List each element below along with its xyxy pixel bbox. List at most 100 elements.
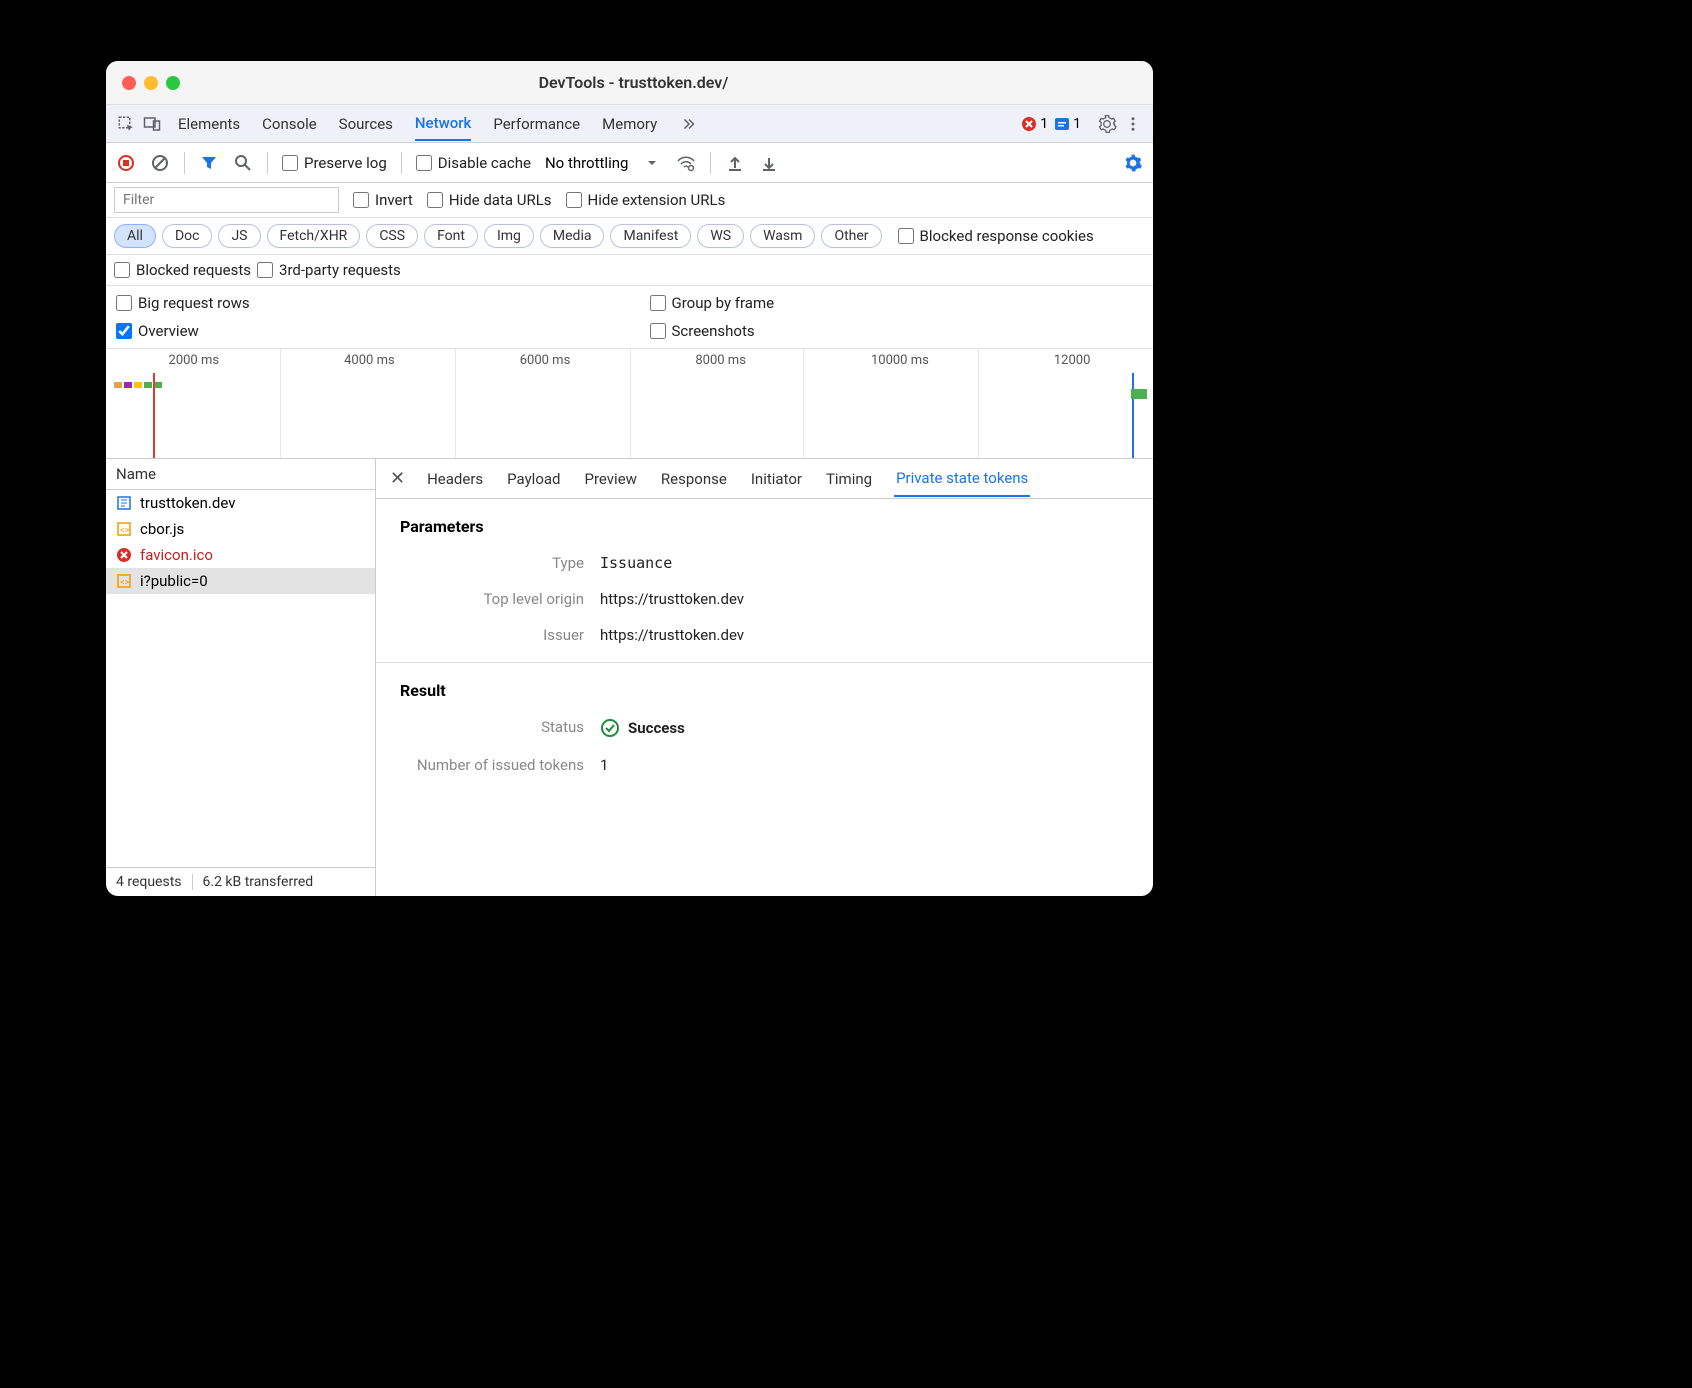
pill-css[interactable]: CSS (366, 224, 418, 248)
timeline-overview[interactable]: 2000 ms 4000 ms 6000 ms 8000 ms 10000 ms… (106, 349, 1153, 459)
hide-data-urls-checkbox[interactable]: Hide data URLs (427, 191, 552, 209)
origin-value: https://trusttoken.dev (600, 590, 744, 608)
throttling-dropdown-icon[interactable] (642, 153, 662, 173)
tokens-label: Number of issued tokens (400, 756, 600, 774)
titlebar: DevTools - trusttoken.dev/ (106, 61, 1153, 105)
download-har-icon[interactable] (759, 153, 779, 173)
third-party-checkbox[interactable]: 3rd-party requests (257, 261, 401, 279)
preserve-log-checkbox[interactable]: Preserve log (282, 154, 387, 172)
filter-input[interactable] (114, 187, 339, 213)
name-column-header[interactable]: Name (106, 459, 375, 490)
dtab-preview[interactable]: Preview (583, 462, 639, 496)
request-count: 4 requests (116, 874, 182, 890)
script-icon: <> (116, 521, 132, 537)
load-marker (153, 373, 155, 458)
detail-tabs: ✕ Headers Payload Preview Response Initi… (376, 459, 1153, 499)
document-icon (116, 495, 132, 511)
request-list-pane: Name trusttoken.dev <> cbor.js favicon.i… (106, 459, 376, 896)
close-window-button[interactable] (122, 76, 136, 90)
dtab-private-state-tokens[interactable]: Private state tokens (894, 461, 1030, 497)
detail-body: Parameters TypeIssuance Top level origin… (376, 499, 1153, 896)
pill-media[interactable]: Media (540, 224, 605, 248)
settings-icon[interactable] (1097, 114, 1117, 134)
tab-memory[interactable]: Memory (602, 108, 657, 140)
issue-count[interactable]: 1 (1054, 116, 1081, 132)
invert-checkbox[interactable]: Invert (353, 191, 413, 209)
record-icon[interactable] (116, 153, 136, 173)
error-icon (116, 547, 132, 563)
upload-har-icon[interactable] (725, 153, 745, 173)
kebab-menu-icon[interactable] (1123, 114, 1143, 134)
request-row-selected[interactable]: <> i?public=0 (106, 568, 375, 594)
close-detail-icon[interactable]: ✕ (390, 468, 405, 489)
devtools-window: DevTools - trusttoken.dev/ Elements Cons… (106, 61, 1153, 896)
success-icon (600, 718, 620, 738)
dtab-initiator[interactable]: Initiator (749, 462, 804, 496)
pill-manifest[interactable]: Manifest (610, 224, 691, 248)
maximize-window-button[interactable] (166, 76, 180, 90)
network-toolbar: Preserve log Disable cache No throttling (106, 143, 1153, 183)
overview-checkbox[interactable]: Overview (116, 322, 610, 340)
pill-other[interactable]: Other (821, 224, 881, 248)
result-heading: Result (400, 681, 1129, 700)
dom-marker (1132, 373, 1134, 458)
dtab-payload[interactable]: Payload (505, 462, 562, 496)
throttling-select[interactable]: No throttling (545, 154, 628, 172)
blocked-requests-checkbox[interactable]: Blocked requests (114, 261, 251, 279)
group-by-frame-checkbox[interactable]: Group by frame (650, 294, 1144, 312)
pill-js[interactable]: JS (218, 224, 260, 248)
minimize-window-button[interactable] (144, 76, 158, 90)
timeline-late-bar (1131, 389, 1147, 399)
pill-all[interactable]: All (114, 224, 156, 248)
network-settings-icon[interactable] (1123, 153, 1143, 173)
type-label: Type (400, 554, 600, 572)
dtab-timing[interactable]: Timing (824, 462, 874, 496)
extra-filters: Blocked requests 3rd-party requests (106, 255, 1153, 286)
tab-performance[interactable]: Performance (493, 108, 580, 140)
tab-sources[interactable]: Sources (339, 108, 393, 140)
clear-icon[interactable] (150, 153, 170, 173)
parameters-heading: Parameters (400, 517, 1129, 536)
main-split: Name trusttoken.dev <> cbor.js favicon.i… (106, 459, 1153, 896)
status-bar: 4 requests 6.2 kB transferred (106, 867, 375, 896)
network-conditions-icon[interactable] (676, 153, 696, 173)
search-icon[interactable] (233, 153, 253, 173)
script-icon: <> (116, 573, 132, 589)
origin-label: Top level origin (400, 590, 600, 608)
dtab-headers[interactable]: Headers (425, 462, 485, 496)
filter-row: Invert Hide data URLs Hide extension URL… (106, 183, 1153, 218)
more-tabs-icon[interactable] (679, 114, 699, 134)
svg-text:<>: <> (120, 578, 130, 588)
disable-cache-checkbox[interactable]: Disable cache (416, 154, 531, 172)
panel-tabs: Elements Console Sources Network Perform… (178, 107, 699, 141)
pill-font[interactable]: Font (424, 224, 478, 248)
issuer-label: Issuer (400, 626, 600, 644)
dtab-response[interactable]: Response (659, 462, 729, 496)
pill-doc[interactable]: Doc (162, 224, 213, 248)
device-icon[interactable] (142, 114, 162, 134)
request-list: trusttoken.dev <> cbor.js favicon.ico <>… (106, 490, 375, 867)
tab-console[interactable]: Console (262, 108, 317, 140)
request-row-error[interactable]: favicon.ico (106, 542, 375, 568)
view-options: Big request rows Overview Group by frame… (106, 286, 1153, 349)
type-value: Issuance (600, 554, 672, 572)
hide-extension-urls-checkbox[interactable]: Hide extension URLs (566, 191, 726, 209)
tab-elements[interactable]: Elements (178, 108, 240, 140)
pill-fetch[interactable]: Fetch/XHR (267, 224, 361, 248)
status-value: Success (600, 718, 685, 738)
transfer-size: 6.2 kB transferred (192, 874, 314, 890)
filter-icon[interactable] (199, 153, 219, 173)
request-row[interactable]: <> cbor.js (106, 516, 375, 542)
request-row[interactable]: trusttoken.dev (106, 490, 375, 516)
window-title: DevTools - trusttoken.dev/ (180, 73, 1087, 92)
detail-pane: ✕ Headers Payload Preview Response Initi… (376, 459, 1153, 896)
blocked-cookies-checkbox[interactable]: Blocked response cookies (898, 227, 1094, 245)
error-count[interactable]: 1 (1021, 116, 1048, 132)
big-rows-checkbox[interactable]: Big request rows (116, 294, 610, 312)
tab-network[interactable]: Network (415, 107, 471, 141)
inspect-icon[interactable] (116, 114, 136, 134)
pill-ws[interactable]: WS (697, 224, 744, 248)
pill-wasm[interactable]: Wasm (750, 224, 815, 248)
screenshots-checkbox[interactable]: Screenshots (650, 322, 1144, 340)
pill-img[interactable]: Img (484, 224, 534, 248)
